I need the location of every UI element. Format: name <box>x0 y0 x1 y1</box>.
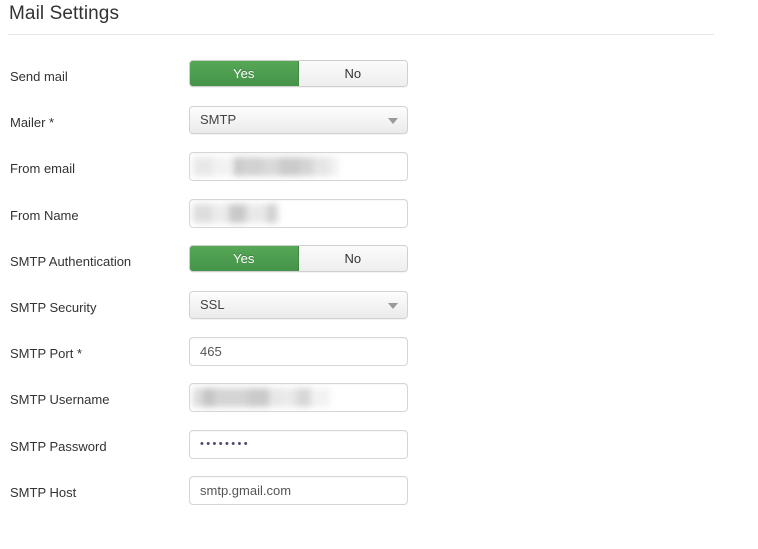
control-smtp-host: smtp.gmail.com <box>189 475 408 505</box>
form-row-mailer: Mailer * SMTP <box>0 106 758 152</box>
input-smtp-host[interactable]: smtp.gmail.com <box>189 475 408 505</box>
mail-settings-form: Send mail Yes No Mailer * SMTP From email From… <box>0 60 758 522</box>
input-from-email[interactable] <box>189 152 408 182</box>
control-mailer: SMTP <box>189 106 408 135</box>
toggle-send-mail[interactable]: Yes No <box>189 60 408 87</box>
label-smtp-host: SMTP Host <box>10 484 77 500</box>
form-row-send-mail: Send mail Yes No <box>0 60 758 106</box>
label-smtp-authentication: SMTP Authentication <box>10 253 132 269</box>
label-smtp-security: SMTP Security <box>10 299 97 315</box>
control-from-email <box>189 152 408 182</box>
label-mailer: Mailer * <box>10 115 55 131</box>
form-row-from-name: From Name <box>0 198 758 245</box>
input-value-smtp-password: •••••••• <box>200 437 251 450</box>
form-row-smtp-authentication: SMTP Authentication Yes No <box>0 244 758 291</box>
control-from-name <box>189 198 408 228</box>
form-row-smtp-password: SMTP Password •••••••• <box>0 429 758 476</box>
control-smtp-port: 465 <box>189 337 408 367</box>
chevron-down-icon <box>388 118 398 125</box>
control-send-mail: Yes No <box>189 60 408 87</box>
select-smtp-security[interactable]: SSL <box>189 290 408 319</box>
label-smtp-username: SMTP Username <box>10 392 110 408</box>
toggle-option-smtp-authentication-no[interactable]: No <box>298 245 407 271</box>
redacted-value <box>193 203 279 223</box>
toggle-smtp-authentication[interactable]: Yes No <box>189 244 408 272</box>
input-value-from-email <box>190 153 191 154</box>
control-smtp-username <box>189 383 408 413</box>
toggle-option-smtp-authentication-yes[interactable]: Yes <box>190 245 299 271</box>
input-value-smtp-host: smtp.gmail.com <box>200 482 292 498</box>
input-value-from-name <box>190 200 191 201</box>
title-divider <box>8 34 714 35</box>
label-smtp-port: SMTP Port * <box>10 346 83 362</box>
control-smtp-security: SSL <box>189 290 408 319</box>
input-from-name[interactable] <box>189 198 408 228</box>
redacted-value <box>193 388 330 408</box>
select-value-mailer: SMTP <box>200 112 237 128</box>
input-smtp-password[interactable]: •••••••• <box>189 429 408 459</box>
input-smtp-port[interactable]: 465 <box>189 337 408 367</box>
toggle-option-send-mail-yes[interactable]: Yes <box>190 61 299 86</box>
label-smtp-password: SMTP Password <box>10 438 107 454</box>
form-row-smtp-username: SMTP Username <box>0 383 758 429</box>
form-row-smtp-security: SMTP Security SSL <box>0 290 758 337</box>
page-title: Mail Settings <box>9 3 120 24</box>
form-row-smtp-host: SMTP Host smtp.gmail.com <box>0 475 758 522</box>
select-mailer[interactable]: SMTP <box>189 106 408 135</box>
input-value-smtp-username <box>190 384 191 385</box>
select-value-smtp-security: SSL <box>200 296 225 312</box>
form-row-from-email: From email <box>0 152 758 198</box>
chevron-down-icon <box>388 302 398 309</box>
label-from-name: From Name <box>10 207 79 223</box>
toggle-option-send-mail-no[interactable]: No <box>298 61 407 86</box>
redacted-value <box>193 157 338 177</box>
input-smtp-username[interactable] <box>189 383 408 413</box>
control-smtp-password: •••••••• <box>189 429 408 459</box>
input-value-smtp-port: 465 <box>200 344 222 360</box>
form-row-smtp-port: SMTP Port * 465 <box>0 337 758 383</box>
control-smtp-authentication: Yes No <box>189 244 408 272</box>
label-send-mail: Send mail <box>10 69 68 84</box>
label-from-email: From email <box>10 161 76 177</box>
